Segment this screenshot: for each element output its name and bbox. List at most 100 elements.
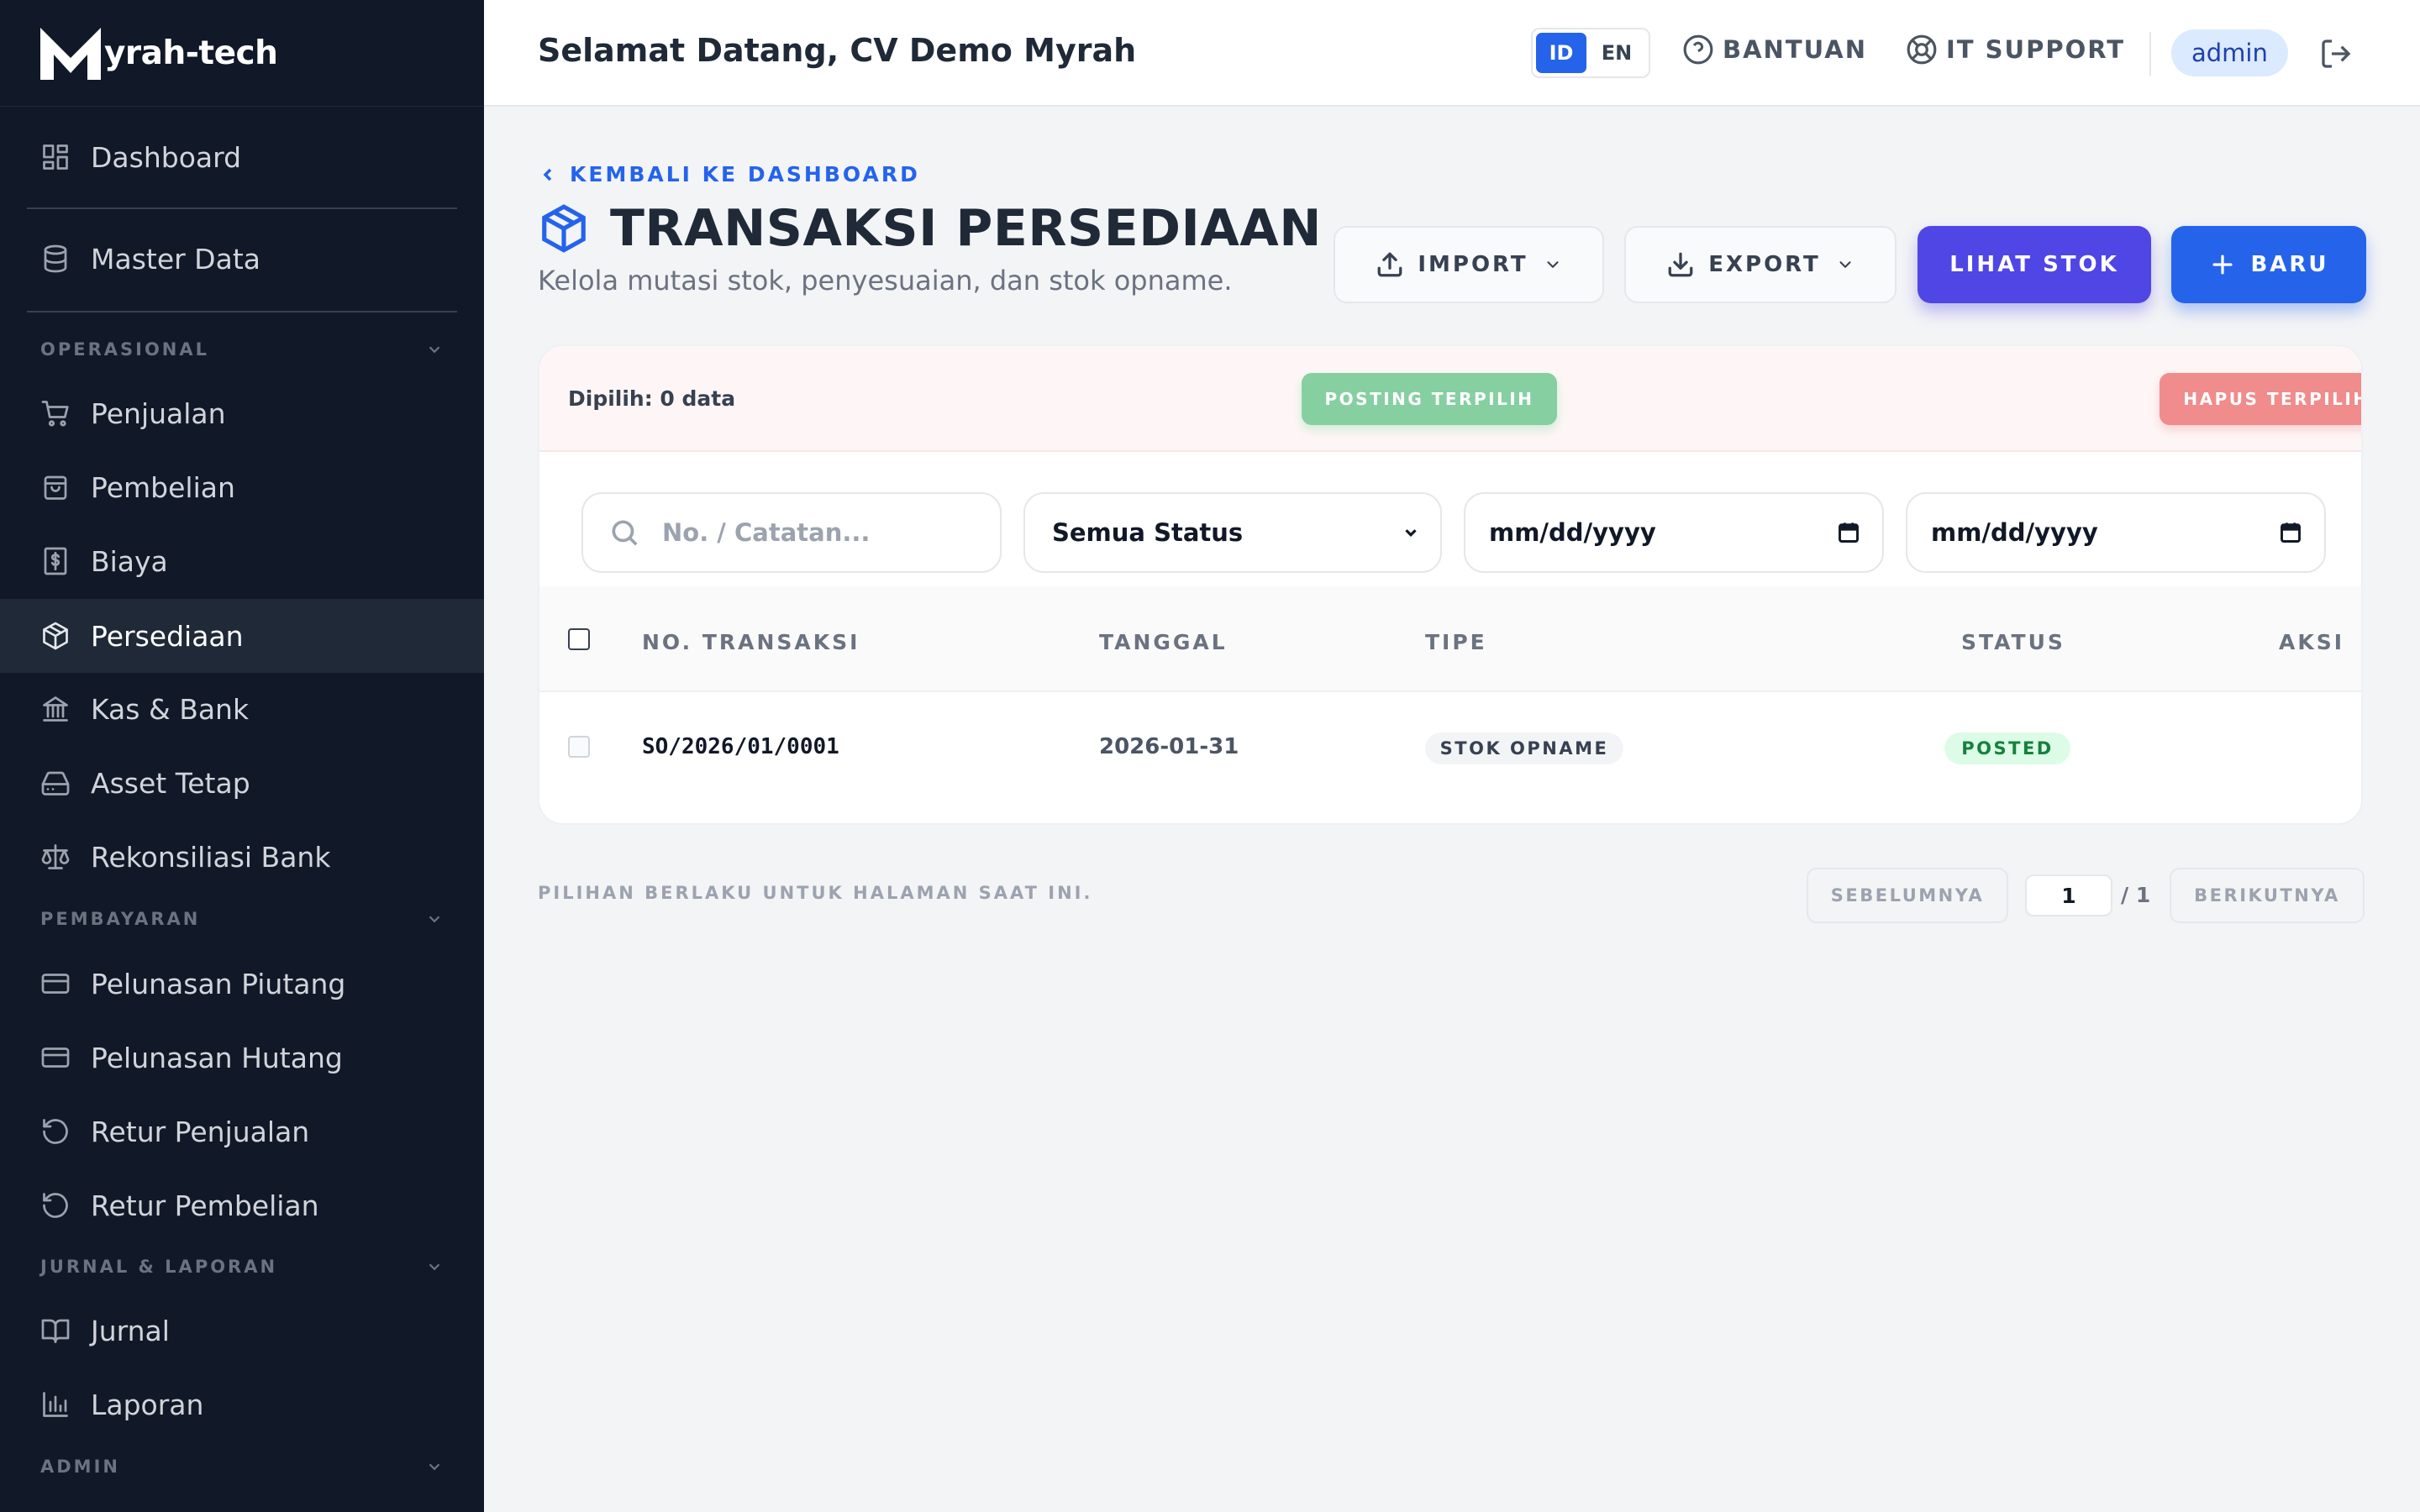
date-from-input[interactable]: mm/dd/yyyy bbox=[1464, 492, 1884, 573]
prev-page-button[interactable]: SEBELUMNYA bbox=[1807, 868, 2008, 923]
sidebar: yrah-tech Dashboard Master Data OPERASIO… bbox=[0, 0, 484, 1512]
sidebar-item-asset-tetap[interactable]: Asset Tetap bbox=[0, 746, 484, 820]
selected-count: Dipilih: 0 data bbox=[568, 386, 736, 411]
sidebar-item-persediaan[interactable]: Persediaan bbox=[0, 599, 484, 673]
page-number-input[interactable]: 1 bbox=[2025, 874, 2112, 916]
calendar-icon[interactable] bbox=[2279, 521, 2302, 544]
page-total: / 1 bbox=[2121, 883, 2151, 907]
transactions-card: Dipilih: 0 data POSTING TERPILIH HAPUS T… bbox=[538, 344, 2363, 825]
sidebar-item-label: Dashboard bbox=[91, 140, 242, 174]
page-title: TRANSAKSI PERSEDIAAN bbox=[538, 199, 1322, 258]
sidebar-item-dashboard[interactable]: Dashboard bbox=[0, 120, 484, 194]
col-header-status[interactable]: STATUS bbox=[1961, 630, 2065, 654]
sidebar-item-label: Asset Tetap bbox=[91, 766, 250, 800]
col-header-date[interactable]: TANGGAL bbox=[1099, 630, 1228, 654]
post-selected-button[interactable]: POSTING TERPILIH bbox=[1302, 373, 1557, 425]
date-to-value: mm/dd/yyyy bbox=[1931, 518, 2098, 547]
it-support-link[interactable]: IT SUPPORT bbox=[1906, 34, 2125, 66]
bulk-action-bar: Dipilih: 0 data POSTING TERPILIH HAPUS T… bbox=[539, 346, 2361, 452]
sidebar-item-retur-penjualan[interactable]: Retur Penjualan bbox=[0, 1095, 484, 1168]
search-input[interactable] bbox=[662, 518, 981, 547]
sidebar-item-retur-pembelian[interactable]: Retur Pembelian bbox=[0, 1168, 484, 1242]
sidebar-item-penjualan[interactable]: Penjualan bbox=[0, 376, 484, 450]
rotate-ccw-icon bbox=[43, 1119, 68, 1144]
sidebar-item-label: Retur Pembelian bbox=[91, 1189, 319, 1222]
page-title-text: TRANSAKSI PERSEDIAAN bbox=[610, 199, 1322, 258]
date-from-value: mm/dd/yyyy bbox=[1489, 518, 1656, 547]
sidebar-item-label: Kas & Bank bbox=[91, 692, 250, 726]
export-button[interactable]: EXPORT bbox=[1624, 226, 1897, 303]
new-transaction-button[interactable]: BARU bbox=[2171, 226, 2366, 303]
help-label: BANTUAN bbox=[1723, 35, 1867, 64]
it-support-label: IT SUPPORT bbox=[1946, 35, 2126, 64]
section-label: ADMIN bbox=[40, 1457, 120, 1477]
import-button[interactable]: IMPORT bbox=[1334, 226, 1604, 303]
logout-icon[interactable] bbox=[2319, 37, 2353, 71]
new-label: BARU bbox=[2250, 252, 2329, 277]
life-buoy-icon bbox=[1907, 34, 1937, 65]
brand-logo[interactable]: yrah-tech bbox=[0, 0, 484, 107]
sidebar-item-laporan[interactable]: Laporan bbox=[0, 1368, 484, 1441]
sidebar-item-biaya[interactable]: Biaya bbox=[0, 524, 484, 598]
section-label: JURNAL & LAPORAN bbox=[40, 1257, 278, 1277]
sidebar-divider bbox=[27, 207, 457, 209]
type-badge: STOK OPNAME bbox=[1425, 732, 1623, 764]
sidebar-item-label: Laporan bbox=[91, 1388, 204, 1421]
hard-drive-icon bbox=[41, 771, 70, 795]
section-label: PEMBAYARAN bbox=[40, 909, 201, 929]
date-to-input[interactable]: mm/dd/yyyy bbox=[1906, 492, 2326, 573]
search-field bbox=[581, 492, 1002, 573]
main-content: KEMBALI KE DASHBOARD TRANSAKSI PERSEDIAA… bbox=[484, 107, 2420, 1512]
delete-selected-button[interactable]: HAPUS TERPILIH bbox=[2160, 373, 2361, 425]
status-select[interactable]: Semua Status bbox=[1023, 492, 1442, 573]
user-badge[interactable]: admin bbox=[2171, 29, 2288, 76]
sidebar-item-label: Pelunasan Hutang bbox=[91, 1041, 343, 1074]
credit-card-icon bbox=[41, 974, 70, 994]
sidebar-item-pembelian[interactable]: Pembelian bbox=[0, 450, 484, 524]
table-row[interactable]: SO/2026/01/0001 2026-01-31 STOK OPNAME P… bbox=[539, 692, 2361, 803]
page-subtitle: Kelola mutasi stok, penyesuaian, dan sto… bbox=[538, 265, 1233, 297]
next-page-button[interactable]: BERIKUTNYA bbox=[2170, 868, 2365, 923]
sidebar-item-label: Biaya bbox=[91, 544, 168, 578]
sidebar-item-kas-bank[interactable]: Kas & Bank bbox=[0, 672, 484, 746]
lang-id-button[interactable]: ID bbox=[1536, 33, 1586, 73]
sidebar-item-label: Pembelian bbox=[91, 470, 235, 504]
sidebar-item-pelunasan-piutang[interactable]: Pelunasan Piutang bbox=[0, 947, 484, 1021]
sidebar-item-label: Rekonsiliasi Bank bbox=[91, 840, 331, 874]
cart-icon bbox=[41, 401, 69, 427]
view-stock-button[interactable]: LIHAT STOK bbox=[1918, 226, 2151, 303]
select-all-checkbox[interactable] bbox=[568, 628, 590, 650]
sidebar-item-pelunasan-hutang[interactable]: Pelunasan Hutang bbox=[0, 1021, 484, 1095]
download-icon bbox=[1668, 252, 1693, 277]
col-header-action: AKSI bbox=[2279, 630, 2345, 654]
sidebar-item-jurnal[interactable]: Jurnal bbox=[0, 1294, 484, 1368]
back-label: KEMBALI KE DASHBOARD bbox=[570, 162, 920, 186]
section-pembayaran[interactable]: PEMBAYARAN bbox=[40, 909, 444, 929]
section-admin[interactable]: ADMIN bbox=[40, 1457, 444, 1477]
back-to-dashboard-link[interactable]: KEMBALI KE DASHBOARD bbox=[538, 162, 920, 186]
chevron-down-icon bbox=[1839, 261, 1851, 268]
section-operasional[interactable]: OPERASIONAL bbox=[40, 339, 444, 360]
help-link[interactable]: BANTUAN bbox=[1682, 34, 1867, 66]
sidebar-item-rekonsiliasi-bank[interactable]: Rekonsiliasi Bank bbox=[0, 820, 484, 894]
rotate-ccw-icon bbox=[43, 1193, 68, 1218]
table-header: NO. TRANSAKSI TANGGAL TIPE STATUS AKSI bbox=[539, 586, 2361, 692]
section-jurnal-laporan[interactable]: JURNAL & LAPORAN bbox=[40, 1257, 444, 1277]
chevron-down-icon bbox=[429, 916, 440, 923]
col-header-type[interactable]: TIPE bbox=[1425, 630, 1487, 654]
col-header-no[interactable]: NO. TRANSAKSI bbox=[642, 630, 860, 654]
plus-icon bbox=[2212, 255, 2233, 275]
upload-icon bbox=[1377, 252, 1402, 277]
calendar-icon[interactable] bbox=[1837, 521, 1860, 544]
transaction-number[interactable]: SO/2026/01/0001 bbox=[642, 734, 839, 759]
sidebar-item-master-data[interactable]: Master Data bbox=[0, 222, 484, 296]
receipt-icon bbox=[44, 547, 67, 575]
selection-note: PILIHAN BERLAKU UNTUK HALAMAN SAAT INI. bbox=[538, 883, 1093, 903]
chevron-down-icon bbox=[1547, 261, 1559, 268]
lang-en-button[interactable]: EN bbox=[1591, 33, 1642, 73]
filter-bar: Semua Status mm/dd/yyyy mm/dd/yyyy bbox=[539, 452, 2361, 586]
sidebar-divider bbox=[27, 311, 457, 312]
import-label: IMPORT bbox=[1418, 252, 1528, 277]
row-checkbox[interactable] bbox=[568, 736, 590, 758]
sidebar-item-label: Persediaan bbox=[91, 619, 244, 653]
